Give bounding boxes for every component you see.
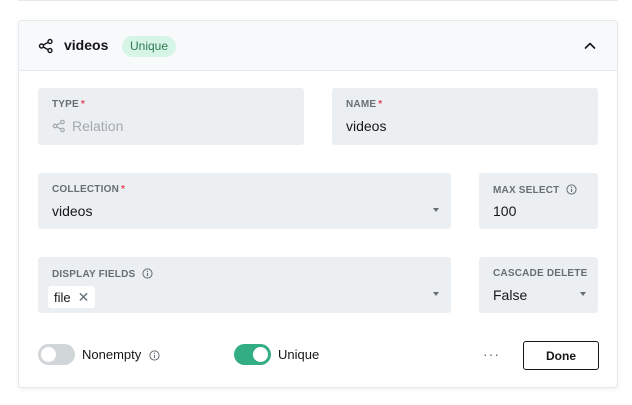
type-value: Relation [52,118,123,134]
name-input[interactable]: videos [346,118,386,134]
field-panel-header[interactable]: videos Unique [19,21,617,71]
nonempty-label: Nonempty [82,347,160,362]
relation-type-icon [52,119,65,133]
info-icon[interactable] [566,184,578,195]
max-select-label: MAX SELECT [493,184,578,196]
toggle-knob [41,347,56,362]
display-fields-select[interactable]: DISPLAY FIELDS file ✕ [38,257,451,313]
unique-toggle[interactable] [234,344,271,365]
cascade-delete-select[interactable]: CASCADE DELETE False [479,257,598,313]
collection-value: videos [52,203,93,219]
nonempty-toggle[interactable] [38,344,75,365]
display-field-chip: file ✕ [48,286,96,308]
collection-select[interactable]: COLLECTION * videos [38,173,451,229]
caret-down-icon[interactable] [433,208,439,212]
type-label: TYPE * [52,99,86,110]
info-icon[interactable] [149,350,160,361]
caret-down-icon[interactable] [433,292,439,296]
info-icon[interactable] [142,268,153,279]
cascade-delete-label: CASCADE DELETE [493,268,588,279]
caret-down-icon[interactable] [580,292,586,296]
unique-label: Unique [278,347,320,362]
display-fields-label: DISPLAY FIELDS [52,268,153,280]
done-button[interactable]: Done [523,341,599,370]
close-icon[interactable]: ✕ [78,286,90,308]
field-panel: videos Unique TYPE * Relation NAME * video… [18,20,618,388]
unique-badge: Unique [122,36,177,57]
type-field: TYPE * Relation [38,88,304,145]
more-options-icon[interactable]: ··· [483,346,500,362]
field-title: videos [64,37,109,53]
top-divider [18,0,618,1]
cascade-delete-value: False [493,287,528,303]
name-label: NAME * [346,99,383,110]
chevron-up-icon[interactable] [583,39,597,53]
relation-icon [38,38,53,54]
name-field[interactable]: NAME * videos [332,88,598,145]
toggle-knob [253,347,268,362]
max-select-field[interactable]: MAX SELECT 100 [479,173,598,229]
collection-label: COLLECTION * [52,184,126,195]
max-select-input[interactable]: 100 [493,203,516,219]
